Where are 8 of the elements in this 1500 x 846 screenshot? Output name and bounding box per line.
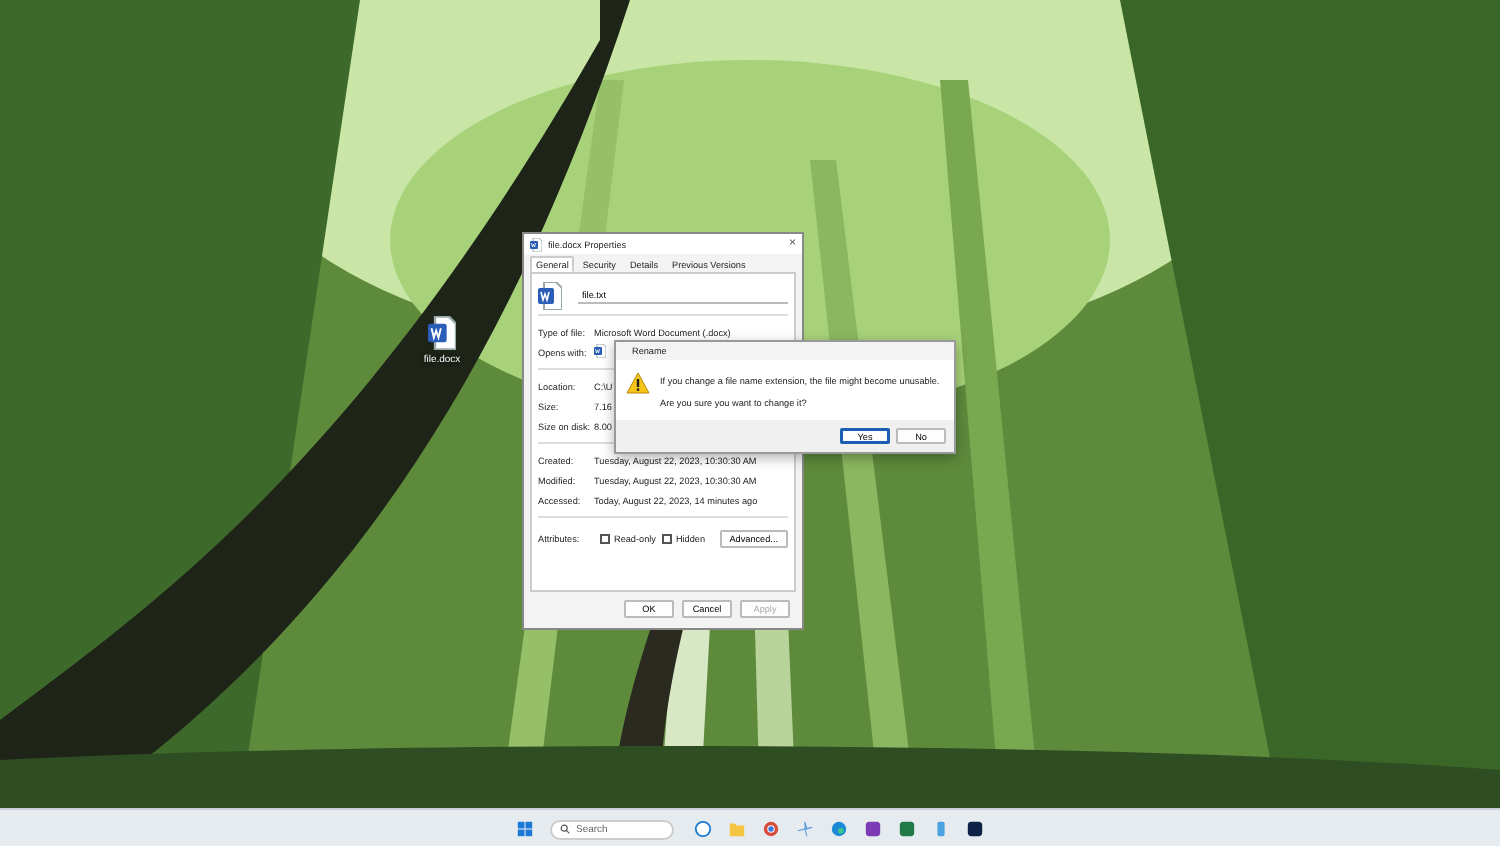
checkbox[interactable] [600,533,610,543]
checkbox[interactable] [661,533,672,543]
document-icon [538,281,562,309]
search-icon [560,824,570,834]
warning-icon [626,372,650,394]
start-icon[interactable] [516,820,534,838]
document-icon [428,316,456,350]
word-app-icon [594,344,606,358]
